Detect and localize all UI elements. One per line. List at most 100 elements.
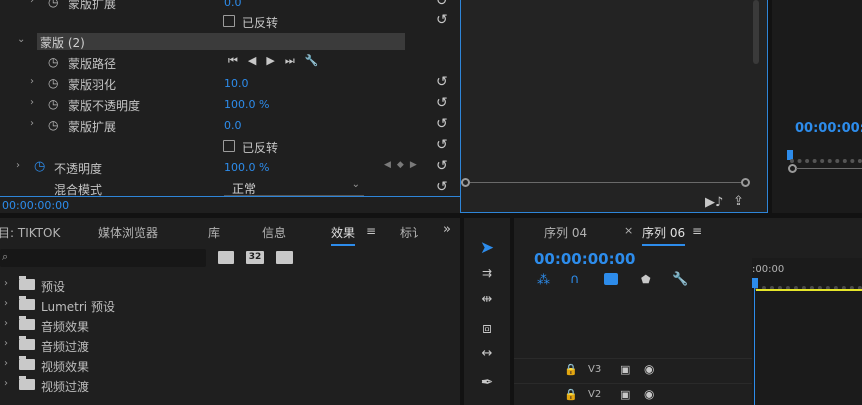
property-value[interactable]: 0.0 [224, 0, 242, 9]
timeline-ruler[interactable]: :00:00 [752, 258, 862, 405]
linked-selection-icon[interactable] [604, 273, 618, 285]
timeline-timecode[interactable]: 00:00:00:00 [534, 250, 636, 268]
folder-audio-transitions[interactable]: › 音频过渡 [0, 335, 452, 355]
playhead-icon[interactable] [752, 278, 758, 288]
lock-icon[interactable]: 🔒 [564, 363, 578, 376]
sync-lock-icon[interactable]: ▣ [620, 388, 630, 401]
vertical-scrollbar[interactable] [753, 0, 759, 64]
property-value[interactable]: 10.0 [224, 77, 249, 90]
stopwatch-icon[interactable]: ◷ [48, 76, 58, 90]
folder-presets[interactable]: › 预设 [0, 275, 452, 295]
effects-search-input[interactable]: ⌕ [0, 249, 206, 267]
inverted-checkbox[interactable] [223, 140, 235, 152]
folder-audio-effects[interactable]: › 音频效果 [0, 315, 452, 335]
folder-video-effects[interactable]: › 视频效果 [0, 355, 452, 375]
nest-toggle-icon[interactable]: ⁂ [537, 273, 550, 288]
reset-icon[interactable]: ↺ [436, 179, 448, 195]
folder-lumetri-presets[interactable]: › Lumetri 预设 [0, 295, 452, 315]
eye-icon[interactable]: ◉ [644, 387, 654, 401]
chevron-right-icon[interactable]: › [30, 0, 34, 6]
property-value[interactable]: 100.0 % [224, 98, 269, 111]
reset-icon[interactable]: ↺ [436, 158, 448, 174]
close-icon[interactable]: × [624, 224, 633, 237]
chevron-right-icon[interactable]: › [4, 358, 8, 369]
chevron-right-icon[interactable]: › [30, 97, 34, 108]
chevron-right-icon[interactable]: › [4, 298, 8, 309]
track-forward-all-icon[interactable]: ⏭ [285, 54, 305, 67]
tab-libraries[interactable]: 库 [208, 224, 220, 241]
reset-icon[interactable]: ↺ [436, 12, 448, 28]
wrench-icon[interactable]: 🔧 [305, 54, 329, 67]
tab-sequence-06[interactable]: 序列 06 [642, 224, 686, 246]
stopwatch-icon[interactable]: ◷ [48, 118, 58, 132]
tab-effects[interactable]: 效果 [331, 224, 356, 246]
zoom-bar[interactable] [796, 168, 862, 169]
slip-tool-icon[interactable]: ↔ [464, 346, 510, 361]
panel-menu-icon[interactable]: ≡ [366, 224, 376, 238]
tab-project[interactable]: 目: TIKTOK [0, 224, 60, 241]
snap-magnet-icon[interactable]: ∩ [570, 272, 580, 287]
inverted-checkbox[interactable] [223, 15, 235, 27]
chevron-right-icon[interactable]: › [30, 76, 34, 87]
reset-icon[interactable]: ↺ [436, 0, 448, 9]
lock-icon[interactable]: 🔒 [564, 388, 578, 401]
panel-divider[interactable] [768, 0, 772, 213]
export-frame-icon[interactable]: ⇪ [733, 194, 744, 209]
chevron-right-icon[interactable]: › [4, 278, 8, 289]
chevron-right-icon[interactable]: › [16, 160, 20, 171]
panel-divider[interactable] [0, 213, 862, 218]
tab-info[interactable]: 信息 [262, 224, 286, 241]
panel-divider[interactable] [510, 218, 514, 405]
sync-lock-icon[interactable]: ▣ [620, 363, 630, 376]
folder-video-transitions[interactable]: › 视频过渡 [0, 375, 452, 395]
zoom-handle-right[interactable] [741, 178, 750, 187]
work-area-bar[interactable] [756, 289, 862, 291]
prev-keyframe-icon[interactable]: ◀ [384, 160, 397, 170]
horizontal-zoom-bar[interactable] [465, 182, 749, 183]
chevron-right-icon[interactable]: › [4, 378, 8, 389]
panel-divider[interactable] [460, 218, 464, 405]
reset-icon[interactable]: ↺ [436, 116, 448, 132]
keyframe-timeline-area[interactable]: ▶♪ ⇪ [460, 0, 768, 213]
reset-icon[interactable]: ↺ [436, 95, 448, 111]
next-keyframe-icon[interactable]: ▶ [410, 160, 423, 170]
chevron-right-icon[interactable]: › [4, 318, 8, 329]
tab-sequence-04[interactable]: 序列 04 [544, 224, 587, 241]
reset-icon[interactable]: ↺ [436, 137, 448, 153]
32bit-effects-icon[interactable]: 32 [246, 251, 264, 264]
tab-markers[interactable]: 标讠 [400, 224, 424, 241]
zoom-handle-left[interactable] [461, 178, 470, 187]
selection-tool-icon[interactable]: ➤ [464, 238, 510, 258]
accelerated-effects-icon[interactable] [218, 251, 234, 264]
mask-header[interactable]: 蒙版 (2) [37, 33, 405, 50]
yuv-effects-icon[interactable] [276, 251, 293, 264]
track-select-tool-icon[interactable]: ⇉ [464, 266, 510, 280]
razor-tool-icon[interactable]: ⧈ [464, 319, 510, 337]
track-backward-all-icon[interactable]: ⏮ [228, 54, 248, 67]
track-backward-icon[interactable]: ◀ [248, 54, 266, 67]
stopwatch-active-icon[interactable]: ◷ [34, 159, 45, 174]
chevron-down-icon[interactable]: ⌄ [17, 34, 25, 45]
program-timecode[interactable]: 00:00:00:0 [795, 121, 862, 136]
blend-mode-dropdown[interactable]: 正常 ⌄ [224, 179, 364, 196]
timeline-settings-wrench-icon[interactable]: 🔧 [672, 272, 688, 287]
chevron-right-icon[interactable]: › [4, 338, 8, 349]
stopwatch-icon[interactable]: ◷ [48, 97, 58, 111]
chevron-right-icon[interactable]: › [30, 118, 34, 129]
eye-icon[interactable]: ◉ [644, 362, 654, 376]
stopwatch-icon[interactable]: ◷ [48, 0, 58, 9]
play-audio-icon[interactable]: ▶♪ [705, 195, 723, 210]
ripple-edit-tool-icon[interactable]: ⇹ [464, 292, 510, 307]
panel-menu-icon[interactable]: ≡ [692, 224, 702, 238]
tab-media-browser[interactable]: 媒体浏览器 [98, 224, 158, 241]
effect-timecode[interactable]: 00:00:00:00 [2, 199, 69, 212]
track-forward-icon[interactable]: ▶ [266, 54, 284, 67]
more-panels-icon[interactable]: » [443, 222, 451, 237]
property-value[interactable]: 0.0 [224, 119, 242, 132]
stopwatch-icon[interactable]: ◷ [48, 55, 58, 69]
add-marker-icon[interactable]: ⬟ [641, 273, 651, 286]
reset-icon[interactable]: ↺ [436, 74, 448, 90]
pen-tool-icon[interactable]: ✒ [464, 373, 510, 391]
add-keyframe-icon[interactable]: ◆ [397, 160, 410, 170]
property-value[interactable]: 100.0 % [224, 161, 269, 174]
